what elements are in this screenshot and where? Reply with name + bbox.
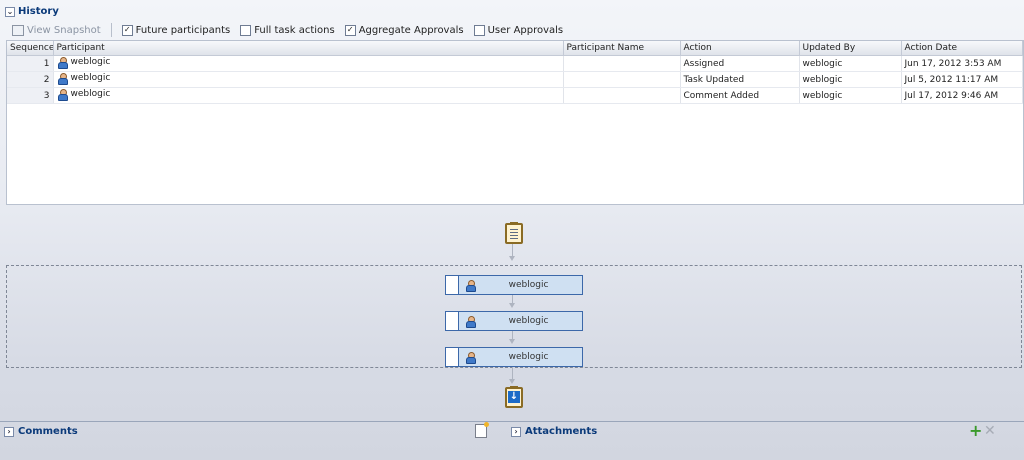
- history-table: Sequence Participant Participant Name Ac…: [6, 40, 1024, 205]
- add-icon[interactable]: +: [969, 423, 982, 439]
- flow-arrow: [509, 379, 515, 384]
- participant-label: weblogic: [70, 89, 111, 99]
- flow-node-participant[interactable]: weblogic: [445, 311, 583, 331]
- attachments-title: Attachments: [525, 426, 598, 437]
- history-section-header[interactable]: ⌄ History: [5, 6, 59, 17]
- sequence-cell: 2: [7, 71, 54, 88]
- bottom-divider: [0, 421, 1024, 422]
- comments-section-header[interactable]: › Comments: [4, 426, 78, 437]
- column-header-updated-by[interactable]: Updated By: [799, 41, 902, 56]
- action-date-cell: Jul 17, 2012 9:46 AM: [901, 87, 1023, 104]
- participant-label: weblogic: [70, 73, 111, 83]
- flow-arrow: [509, 256, 515, 261]
- table-header-row: Sequence Participant Participant Name Ac…: [7, 41, 1023, 56]
- column-header-sequence[interactable]: Sequence: [7, 41, 54, 56]
- task-complete-icon: ↓: [505, 386, 523, 408]
- aggregate-approvals-label: Aggregate Approvals: [358, 24, 464, 36]
- view-snapshot-button[interactable]: View Snapshot: [12, 24, 101, 36]
- column-header-participant[interactable]: Participant: [53, 41, 564, 56]
- comments-title: Comments: [18, 426, 78, 437]
- user-icon: [465, 279, 476, 292]
- column-header-action[interactable]: Action: [680, 41, 800, 56]
- participant-name-cell: [563, 55, 681, 72]
- action-cell: Task Updated: [680, 71, 800, 88]
- user-icon: [57, 56, 68, 69]
- expand-icon[interactable]: ›: [4, 426, 14, 437]
- remove-icon[interactable]: ✕: [984, 424, 996, 438]
- action-cell: Assigned: [680, 55, 800, 72]
- checkbox-unchecked-icon[interactable]: [473, 24, 485, 36]
- checkbox-checked-icon[interactable]: ✓: [121, 24, 133, 36]
- checkbox-checked-icon[interactable]: ✓: [344, 24, 356, 36]
- user-approvals-label: User Approvals: [487, 24, 564, 36]
- history-title: History: [18, 6, 59, 17]
- checkbox-unchecked-icon[interactable]: [240, 24, 252, 36]
- snapshot-icon: [12, 24, 24, 36]
- user-approvals-checkbox[interactable]: User Approvals: [473, 24, 564, 36]
- task-clipboard-icon: [505, 222, 523, 244]
- participant-cell: weblogic: [53, 71, 564, 88]
- add-note-icon[interactable]: [475, 422, 489, 438]
- user-icon: [465, 351, 476, 364]
- table-row[interactable]: 2 weblogic Task Updated weblogic Jul 5, …: [7, 71, 1023, 88]
- flow-arrow: [509, 303, 515, 308]
- action-cell: Comment Added: [680, 87, 800, 104]
- flow-node-participant[interactable]: weblogic: [445, 275, 583, 295]
- view-snapshot-label: View Snapshot: [27, 24, 101, 36]
- user-icon: [465, 315, 476, 328]
- action-date-cell: Jul 5, 2012 11:17 AM: [901, 71, 1023, 88]
- node-label: weblogic: [508, 280, 549, 290]
- flow-node-participant[interactable]: weblogic: [445, 347, 583, 367]
- updated-by-cell: weblogic: [799, 71, 902, 88]
- user-icon: [57, 88, 68, 101]
- participant-name-cell: [563, 87, 681, 104]
- future-participants-checkbox[interactable]: ✓ Future participants: [121, 24, 231, 36]
- sequence-cell: 1: [7, 55, 54, 72]
- node-notch: [446, 312, 459, 330]
- column-header-participant-name[interactable]: Participant Name: [563, 41, 681, 56]
- flow-arrow: [509, 339, 515, 344]
- sequence-cell: 3: [7, 87, 54, 104]
- user-icon: [57, 72, 68, 85]
- participant-label: weblogic: [70, 57, 111, 67]
- action-date-cell: Jun 17, 2012 3:53 AM: [901, 55, 1023, 72]
- collapse-icon[interactable]: ⌄: [5, 6, 15, 17]
- aggregate-approvals-checkbox[interactable]: ✓ Aggregate Approvals: [344, 24, 464, 36]
- updated-by-cell: weblogic: [799, 87, 902, 104]
- node-label: weblogic: [508, 316, 549, 326]
- column-header-action-date[interactable]: Action Date: [901, 41, 1023, 56]
- history-toolbar: View Snapshot ✓ Future participants Full…: [12, 23, 563, 37]
- node-label: weblogic: [508, 352, 549, 362]
- participant-name-cell: [563, 71, 681, 88]
- attachments-section-header[interactable]: › Attachments: [511, 426, 597, 437]
- node-notch: [446, 276, 459, 294]
- participant-cell: weblogic: [53, 87, 564, 104]
- node-notch: [446, 348, 459, 366]
- expand-icon[interactable]: ›: [511, 426, 521, 437]
- updated-by-cell: weblogic: [799, 55, 902, 72]
- flow-connector: [512, 244, 513, 256]
- full-task-actions-checkbox[interactable]: Full task actions: [240, 24, 335, 36]
- table-row[interactable]: 3 weblogic Comment Added weblogic Jul 17…: [7, 87, 1023, 104]
- toolbar-separator: [110, 23, 112, 37]
- table-row[interactable]: 1 weblogic Assigned weblogic Jun 17, 201…: [7, 55, 1023, 72]
- participant-cell: weblogic: [53, 55, 564, 72]
- future-participants-label: Future participants: [135, 24, 231, 36]
- full-task-actions-label: Full task actions: [254, 24, 335, 36]
